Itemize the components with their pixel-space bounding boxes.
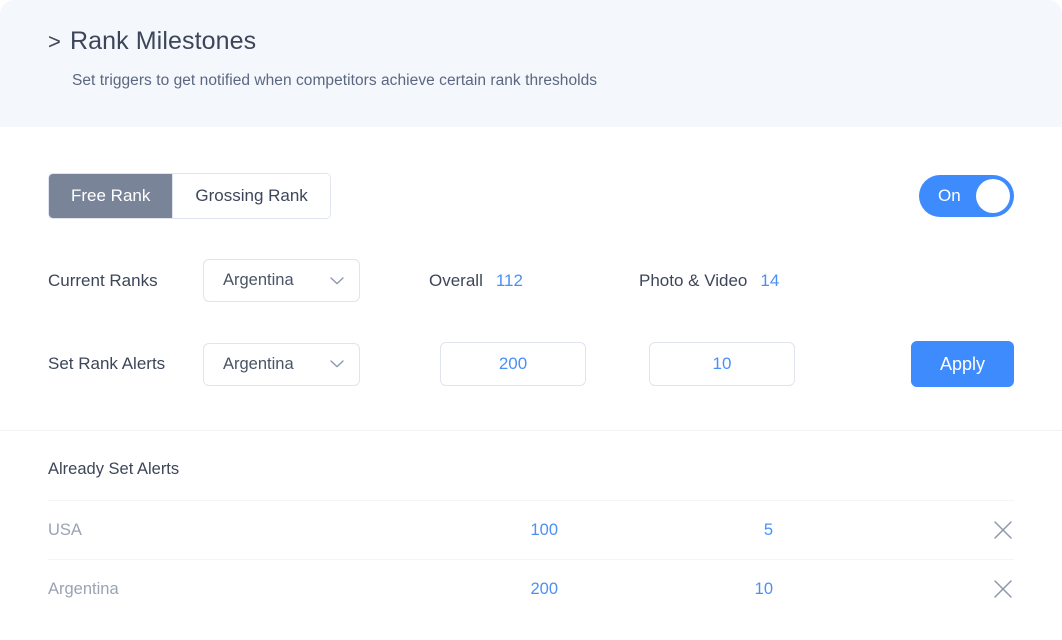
alert-photo-value: 10 (754, 579, 773, 598)
current-ranks-country-select[interactable]: Argentina (203, 259, 360, 302)
toggle-knob (976, 179, 1010, 213)
set-rank-alerts-row: Set Rank Alerts Argentina Apply (48, 302, 1014, 430)
tab-free-rank[interactable]: Free Rank (49, 174, 173, 218)
chevron-down-icon (330, 276, 344, 284)
table-row: Argentina 200 10 (48, 559, 1014, 618)
set-alerts-country-value: Argentina (223, 354, 294, 373)
tab-grossing-rank[interactable]: Grossing Rank (172, 174, 330, 218)
tabs-toggle-row: Free Rank Grossing Rank On (48, 127, 1014, 219)
rank-type-tabs: Free Rank Grossing Rank (48, 173, 331, 219)
rank-milestones-card: > Rank Milestones Set triggers to get no… (0, 0, 1062, 640)
current-overall-label: Overall (429, 270, 483, 290)
current-photo-stat: Photo & Video 14 (639, 271, 779, 291)
set-rank-alerts-label: Set Rank Alerts (48, 354, 166, 373)
page-subtitle: Set triggers to get notified when compet… (72, 72, 598, 89)
current-ranks-country-value: Argentina (223, 271, 294, 289)
current-ranks-row: Current Ranks Argentina Overall 112 Phot… (48, 219, 1014, 302)
expand-caret-icon[interactable]: > (48, 29, 61, 55)
alert-country: Argentina (48, 579, 119, 598)
current-photo-label: Photo & Video (639, 270, 748, 290)
overall-threshold-input[interactable] (440, 342, 586, 386)
alert-overall-value: 100 (530, 520, 558, 539)
already-set-alerts-title: Already Set Alerts (48, 460, 180, 478)
card-body: Free Rank Grossing Rank On Current Ranks… (0, 127, 1062, 618)
alert-country: USA (48, 520, 82, 539)
card-header: > Rank Milestones Set triggers to get no… (0, 0, 1062, 127)
close-icon[interactable] (992, 578, 1014, 600)
apply-button[interactable]: Apply (911, 341, 1014, 387)
page-title: > Rank Milestones (48, 26, 1062, 56)
alert-overall-value: 200 (530, 579, 558, 598)
toggle-label: On (938, 186, 961, 205)
current-ranks-label: Current Ranks (48, 270, 158, 290)
alert-photo-value: 5 (763, 520, 773, 539)
chevron-down-icon (330, 360, 344, 368)
current-photo-value: 14 (760, 270, 780, 290)
set-alerts-country-select[interactable]: Argentina (203, 342, 360, 386)
already-set-alerts-section: Already Set Alerts USA 100 5 Argentina 2… (48, 431, 1014, 618)
table-row: USA 100 5 (48, 500, 1014, 559)
close-icon[interactable] (992, 519, 1014, 541)
current-overall-stat: Overall 112 (429, 271, 639, 291)
page-title-text: Rank Milestones (69, 27, 257, 55)
alerts-enabled-toggle[interactable]: On (919, 175, 1014, 217)
current-overall-value: 112 (495, 270, 523, 290)
photo-threshold-input[interactable] (649, 342, 795, 386)
